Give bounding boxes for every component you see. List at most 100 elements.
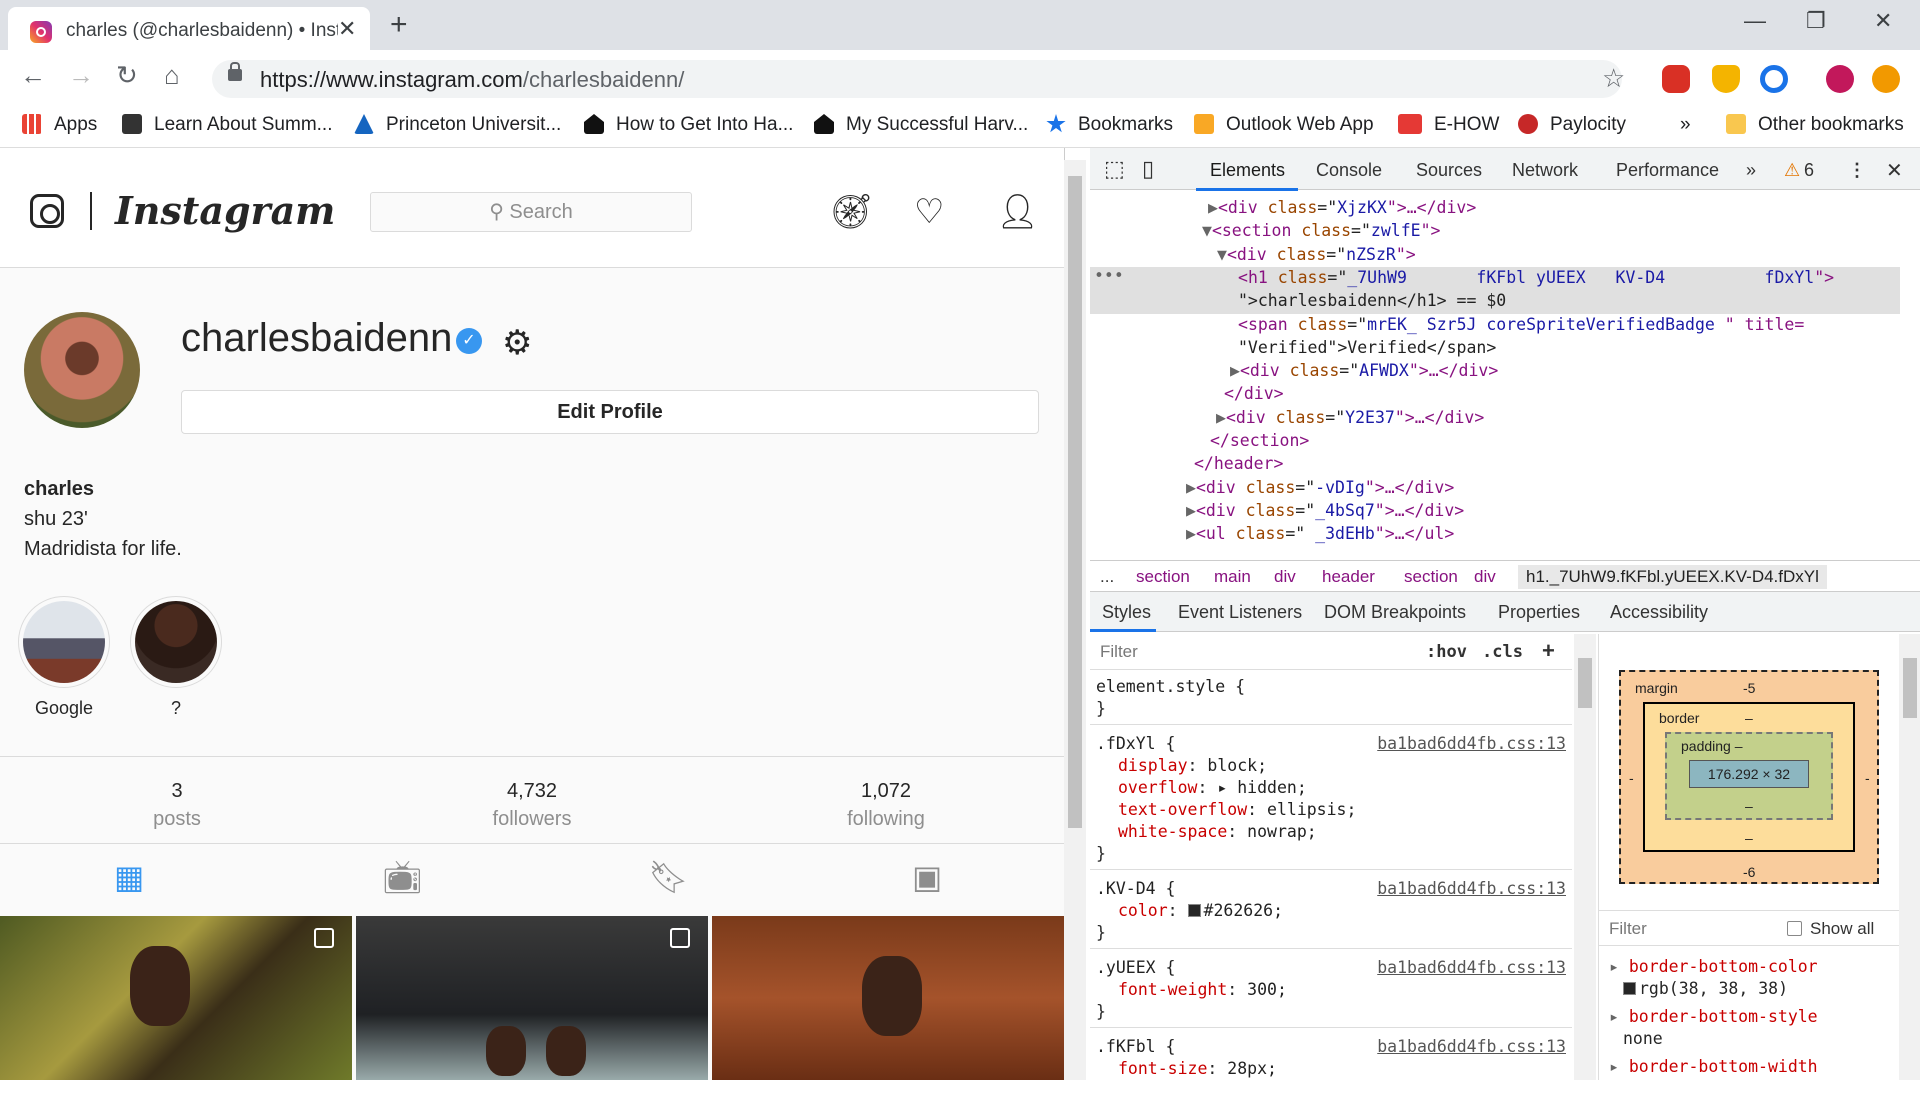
breadcrumb-item[interactable]: div — [1274, 567, 1296, 587]
subtab-styles[interactable]: Styles — [1102, 602, 1151, 623]
grid-posts-icon[interactable]: ▦ — [114, 858, 144, 896]
show-all-checkbox[interactable]: Show all — [1787, 919, 1874, 939]
bookmark-paylocity[interactable]: Paylocity — [1518, 114, 1626, 136]
dom-node-line[interactable]: ▶<div class="Y2E37">…</div> — [1216, 406, 1484, 429]
computed-property[interactable]: ▸ border-bottom-style none — [1609, 1006, 1818, 1050]
dom-node-line[interactable]: ▼<div class="nZSzR"> — [1217, 243, 1416, 266]
stat-posts[interactable]: 3 posts — [77, 777, 277, 833]
css-rule[interactable]: .fKFbl {ba1bad6dd4fb.css:13 font-size: 28… — [1090, 1030, 1572, 1080]
subtab-dom-breakpoints[interactable]: DOM Breakpoints — [1324, 602, 1466, 623]
node-actions-icon[interactable]: ••• — [1094, 264, 1124, 287]
instagram-logo[interactable]: Instagram — [115, 188, 335, 233]
shield-extension-icon[interactable] — [1712, 65, 1740, 93]
close-tab-icon[interactable]: ✕ — [338, 16, 356, 42]
css-source-link[interactable]: ba1bad6dd4fb.css:13 — [1377, 878, 1566, 900]
tab-sources[interactable]: Sources — [1416, 160, 1482, 181]
expand-triangle-icon[interactable]: ▸ — [1609, 1007, 1629, 1026]
css-source-link[interactable]: ba1bad6dd4fb.css:13 — [1377, 733, 1566, 755]
update-icon[interactable] — [1872, 65, 1900, 93]
post-thumbnail[interactable] — [0, 916, 352, 1080]
post-thumbnail[interactable] — [356, 916, 708, 1080]
css-rule[interactable]: .fDxYl {ba1bad6dd4fb.css:13 display: bloc… — [1090, 727, 1572, 870]
css-source-link[interactable]: ba1bad6dd4fb.css:13 — [1377, 957, 1566, 979]
css-rule[interactable]: .yUEEX {ba1bad6dd4fb.css:13 font-weight: … — [1090, 951, 1572, 1028]
bookmark-star-icon[interactable]: ☆ — [1602, 63, 1625, 94]
page-scrollbar[interactable] — [1064, 160, 1086, 1080]
search-input[interactable]: ⚲ Search — [370, 192, 692, 232]
stat-following[interactable]: 1,072 following — [786, 777, 986, 833]
bookmark-my-successful[interactable]: My Successful Harv... — [814, 114, 1028, 136]
tab-elements[interactable]: Elements — [1210, 160, 1285, 181]
breadcrumb-item[interactable]: main — [1214, 567, 1251, 587]
settings-gear-icon[interactable]: ⚙ — [502, 323, 532, 363]
expand-triangle-icon[interactable]: ▶ — [1216, 408, 1226, 427]
camera-icon[interactable] — [30, 194, 64, 228]
devtools-menu-icon[interactable]: ⋮ — [1848, 160, 1866, 181]
close-window-icon[interactable]: ✕ — [1874, 8, 1892, 34]
profile-avatar-icon[interactable] — [1826, 65, 1854, 93]
device-toolbar-icon[interactable]: ▯ — [1142, 156, 1154, 182]
css-rule[interactable]: .KV-D4 {ba1bad6dd4fb.css:13 color: #26262… — [1090, 872, 1572, 949]
styles-filter-input[interactable]: Filter — [1100, 642, 1138, 662]
css-source-link[interactable]: ba1bad6dd4fb.css:13 — [1377, 1036, 1566, 1058]
stat-followers[interactable]: 4,732 followers — [432, 777, 632, 833]
breadcrumb-item[interactable]: h1._7UhW9.fKFbl.yUEEX.KV-D4.fDxYl — [1518, 565, 1827, 589]
back-arrow-icon[interactable]: ← — [20, 60, 46, 91]
forward-arrow-icon[interactable]: → — [68, 60, 94, 91]
profile-person-icon[interactable]: 👤︎ — [996, 192, 1039, 232]
ring-extension-icon[interactable] — [1760, 65, 1788, 93]
subtab-event-listeners[interactable]: Event Listeners — [1178, 602, 1302, 623]
bookmark-learn-about[interactable]: Learn About Summ... — [122, 114, 333, 136]
url-text[interactable]: https://www.instagram.com/charlesbaidenn… — [260, 67, 684, 93]
explore-compass-icon[interactable]: 🧭︎ — [830, 192, 873, 232]
other-bookmarks[interactable]: Other bookmarks — [1726, 114, 1904, 136]
css-declaration[interactable]: text-overflow: ellipsis; — [1096, 799, 1566, 821]
warning-count[interactable]: 6 — [1804, 160, 1814, 181]
breadcrumb-item[interactable]: section — [1404, 567, 1458, 587]
address-bar[interactable]: https://www.instagram.com/charlesbaidenn… — [212, 60, 1625, 98]
css-declaration[interactable]: overflow: ▸ hidden; — [1096, 777, 1566, 799]
subtab-properties[interactable]: Properties — [1498, 602, 1580, 623]
dom-node-line[interactable]: ▶<div class="XjzKX">…</div> — [1208, 196, 1476, 219]
more-tabs-button[interactable]: » — [1746, 160, 1756, 181]
new-rule-button[interactable]: + — [1542, 638, 1555, 664]
tab-performance[interactable]: Performance — [1616, 160, 1719, 181]
expand-triangle-icon[interactable]: ▸ — [1609, 1057, 1629, 1076]
css-declaration[interactable]: white-space: nowrap; — [1096, 821, 1566, 843]
dom-node-line[interactable]: </div> — [1224, 382, 1284, 405]
css-rule[interactable]: element.style {} — [1090, 670, 1572, 725]
css-declaration[interactable]: font-weight: 300; — [1096, 979, 1566, 1001]
expand-triangle-icon[interactable]: ▶ — [1208, 198, 1218, 217]
dom-node-line[interactable]: ▼<section class="zwlfE"> — [1202, 219, 1440, 242]
subtab-accessibility[interactable]: Accessibility — [1610, 602, 1708, 623]
dom-node-line[interactable]: </header> — [1194, 452, 1283, 475]
home-icon[interactable]: ⌂ — [164, 60, 180, 91]
post-thumbnail[interactable] — [712, 916, 1064, 1080]
bookmark-bookmarks[interactable]: Bookmarks — [1046, 114, 1173, 136]
inspect-element-icon[interactable]: ⬚ — [1104, 156, 1125, 182]
dom-node-line[interactable]: ▶<div class="-vDIg">…</div> — [1186, 476, 1454, 499]
styles-scrollbar[interactable] — [1574, 634, 1596, 1080]
browser-tab-active[interactable]: charles (@charlesbaidenn) • Insta ✕ — [8, 7, 370, 50]
expand-triangle-icon[interactable]: ▼ — [1202, 221, 1212, 240]
dom-node-line[interactable]: ▶<ul class=" _3dEHb">…</ul> — [1186, 522, 1454, 545]
minimize-window-icon[interactable]: — — [1744, 8, 1766, 34]
computed-property[interactable]: ▸ border-bottom-color rgb(38, 38, 38) — [1609, 956, 1818, 1000]
dom-node-line[interactable]: </section> — [1210, 429, 1309, 452]
dom-node-line[interactable]: <h1 class="_7UhW9 fKFbl yUEEX KV-D4 fDxY… — [1238, 266, 1834, 289]
expand-triangle-icon[interactable]: ▸ — [1609, 957, 1629, 976]
css-declaration[interactable]: font-size: 28px; — [1096, 1058, 1566, 1080]
breadcrumb-item[interactable]: section — [1136, 567, 1190, 587]
expand-triangle-icon[interactable]: ▼ — [1217, 245, 1227, 264]
bookmark-outlook[interactable]: Outlook Web App — [1194, 114, 1374, 136]
restore-window-icon[interactable]: ❐ — [1806, 8, 1826, 34]
dom-node-line[interactable]: ">charlesbaidenn</h1> == $0 — [1238, 289, 1506, 312]
cls-toggle[interactable]: .cls — [1482, 642, 1523, 662]
bookmark-how-to-get-into[interactable]: How to Get Into Ha... — [584, 114, 793, 136]
reload-icon[interactable]: ↻ — [116, 60, 138, 91]
computed-filter-input[interactable]: Filter — [1609, 919, 1647, 939]
bookmark-princeton[interactable]: Princeton Universit... — [354, 114, 561, 136]
breadcrumb-item[interactable]: div — [1474, 567, 1496, 587]
avatar[interactable] — [24, 312, 140, 428]
story-highlight[interactable]: ? — [130, 596, 222, 719]
